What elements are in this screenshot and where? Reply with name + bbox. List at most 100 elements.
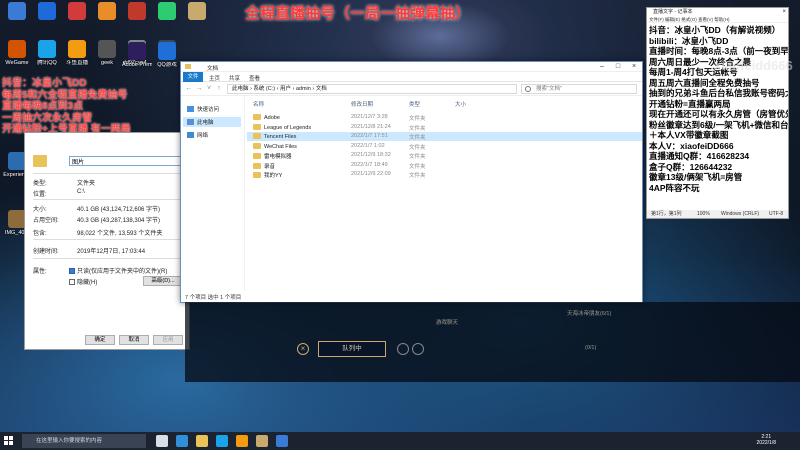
notepad-text-area[interactable]: 抖音：冰皇小飞DD（有解说视频） bilibili：冰皇小飞DD 直播时间：每晚8点… (647, 23, 788, 209)
edit-icon[interactable] (397, 343, 409, 355)
shortcut-label: WeGame (5, 60, 29, 66)
notepad-line: 抖音：冰皇小飞DD（有解说视频） (649, 25, 781, 35)
chevron-down-icon[interactable]: ˅ (205, 85, 213, 93)
notepad-line: 直播时间：每晚8点-3点（前一夜到早） (649, 46, 788, 56)
file-type: 文件夹 (409, 135, 426, 141)
app-icon (98, 2, 116, 20)
file-name: 录音 (253, 162, 275, 170)
folder-icon[interactable] (196, 435, 208, 447)
windows-start-icon[interactable] (4, 436, 14, 446)
file-row[interactable]: 雷电模拟器 2021/12/9 18:32 文件夹 (247, 151, 642, 160)
desktop-shortcut[interactable]: geek (92, 40, 122, 66)
folder-properties-dialog: 图片 类型: 文件夹 位置: C:\ 大小: 40.1 GB (43,124,712,… (24, 132, 190, 350)
queue-button[interactable]: 队列中 (318, 341, 386, 357)
file-row[interactable]: League of Legends 2021/12/8 21:24 文件夹 (247, 123, 642, 132)
file-date: 2022/1/7 1:02 (351, 142, 385, 149)
minimize-button[interactable]: – (596, 63, 608, 71)
maximize-button[interactable]: □ (612, 63, 624, 71)
league-icon[interactable] (256, 435, 268, 447)
up-arrow-icon[interactable]: ↑ (215, 85, 223, 93)
forward-arrow-icon[interactable]: → (195, 85, 203, 93)
desktop-shortcut[interactable]: QQ游戏 (152, 42, 182, 68)
cancel-button[interactable]: 取消 (119, 335, 149, 345)
file-name: 我的YY (253, 171, 282, 179)
notepad-menu[interactable]: 文件(F) 编辑(E) 格式(O) 查看(V) 帮助(H) (647, 16, 788, 23)
file-row[interactable]: WeChat Files 2022/1/7 1:02 文件夹 (247, 142, 642, 151)
desktop-shortcut[interactable]: WeGame (2, 40, 32, 66)
desktop-shortcut[interactable] (62, 2, 92, 22)
desktop-shortcut[interactable]: 斗鱼直播 (62, 40, 92, 66)
file-explorer-window: 文档 – □ × 文件 主页 共享 查看 ← → ˅ ↑ 此电脑 › 系统 (C… (180, 61, 643, 303)
ok-button[interactable]: 确定 (85, 335, 115, 345)
notepad-title-bar: 直播文字 - 记事本 × (647, 8, 788, 16)
location-row: 位置: C:\ (33, 189, 85, 198)
search-input[interactable]: 搜索"文档" (521, 84, 637, 94)
divider (33, 173, 183, 174)
window-title: 文档 (207, 66, 219, 72)
friends-header: 天海冰帝朋友(6/1) (567, 311, 612, 317)
tab-share[interactable]: 共享 (229, 74, 240, 82)
column-header-size[interactable]: 大小 (455, 100, 466, 108)
network-icon (187, 132, 194, 138)
nav-this-pc[interactable]: 此电脑 (183, 117, 241, 127)
contains-row: 包含: 98,022 个文件, 13,593 个文件夹 (33, 231, 163, 237)
app-icon (68, 2, 86, 20)
attributes-label: 属性: (33, 269, 47, 275)
hidden-checkbox[interactable]: 隐藏(H) (69, 277, 97, 286)
desktop-shortcut[interactable] (152, 2, 182, 22)
edge-icon[interactable] (176, 435, 188, 447)
close-button[interactable]: × (628, 63, 640, 71)
stream-title-overlay: 全程直播抽号（一局一抽弹幕抽） (245, 5, 471, 22)
advanced-button[interactable]: 高级(D)... (143, 276, 183, 286)
close-button[interactable]: × (782, 8, 786, 16)
file-row[interactable]: Tencent Files 2022/1/7 17:51 文件夹 (247, 132, 642, 141)
desktop-shortcut[interactable]: 腾讯QQ (32, 40, 62, 66)
ribbon-tabs: 文件 主页 共享 查看 (181, 72, 642, 82)
app-icon[interactable] (276, 435, 288, 447)
desktop-shortcut[interactable]: Adobe Premiere (122, 42, 152, 68)
desktop-shortcut[interactable] (92, 2, 122, 22)
file-date: 2021/12/9 18:32 (351, 152, 391, 158)
taskbar-search-input[interactable]: 在这里输入你要搜索的内容 (22, 434, 146, 448)
app-icon (8, 2, 26, 20)
cancel-queue-icon[interactable]: × (297, 343, 309, 355)
back-arrow-icon[interactable]: ← (185, 85, 193, 93)
file-name: WeChat Files (253, 142, 297, 150)
file-row[interactable]: Adobe 2021/12/7 3:28 文件夹 (247, 113, 642, 122)
nav-quick-access[interactable]: 快速访问 (187, 105, 219, 113)
column-header-type[interactable]: 类型 (409, 100, 420, 108)
column-header-name[interactable]: 名称 (253, 100, 264, 108)
desktop-shortcut[interactable] (122, 2, 152, 22)
file-row[interactable]: 录音 2022/1/7 18:49 文件夹 (247, 161, 642, 170)
nav-network[interactable]: 网络 (187, 131, 208, 139)
clock[interactable]: 2:21 2022/1/8 (757, 434, 776, 446)
address-input[interactable]: 此电脑 › 系统 (C:) › 用户 › admin › 文档 (227, 84, 517, 94)
app-icon (38, 2, 56, 20)
file-type: 文件夹 (409, 116, 426, 122)
shortcut-label: QQ游戏 (157, 62, 177, 68)
qq-icon[interactable] (216, 435, 228, 447)
settings-icon[interactable] (412, 343, 424, 355)
folder-icon (253, 153, 261, 159)
desktop-shortcut[interactable] (182, 2, 212, 22)
column-header-date[interactable]: 修改日期 (351, 100, 373, 108)
apply-button[interactable]: 应用 (153, 335, 183, 345)
divider (33, 239, 183, 240)
desktop-shortcut[interactable] (2, 2, 32, 22)
desktop-shortcut[interactable] (32, 2, 62, 22)
folder-icon (253, 162, 261, 169)
douyu-icon[interactable] (236, 435, 248, 447)
zoom-level: 100% (697, 211, 710, 217)
file-row[interactable]: 我的YY 2021/12/9 22:09 文件夹 (247, 170, 642, 179)
computer-icon (187, 119, 194, 125)
tab-view[interactable]: 查看 (249, 74, 260, 82)
title-bar: 文档 – □ × (181, 62, 642, 72)
tab-file[interactable]: 文件 (183, 72, 203, 82)
task-view-icon[interactable] (156, 435, 168, 447)
divider (33, 258, 183, 259)
folder-name-field[interactable]: 图片 (69, 156, 181, 166)
encoding: UTF-8 (769, 211, 784, 217)
tab-home[interactable]: 主页 (209, 74, 220, 82)
readonly-checkbox[interactable]: 只读(仅应用于文件夹中的文件)(R) (69, 266, 167, 275)
app-icon (8, 40, 26, 58)
